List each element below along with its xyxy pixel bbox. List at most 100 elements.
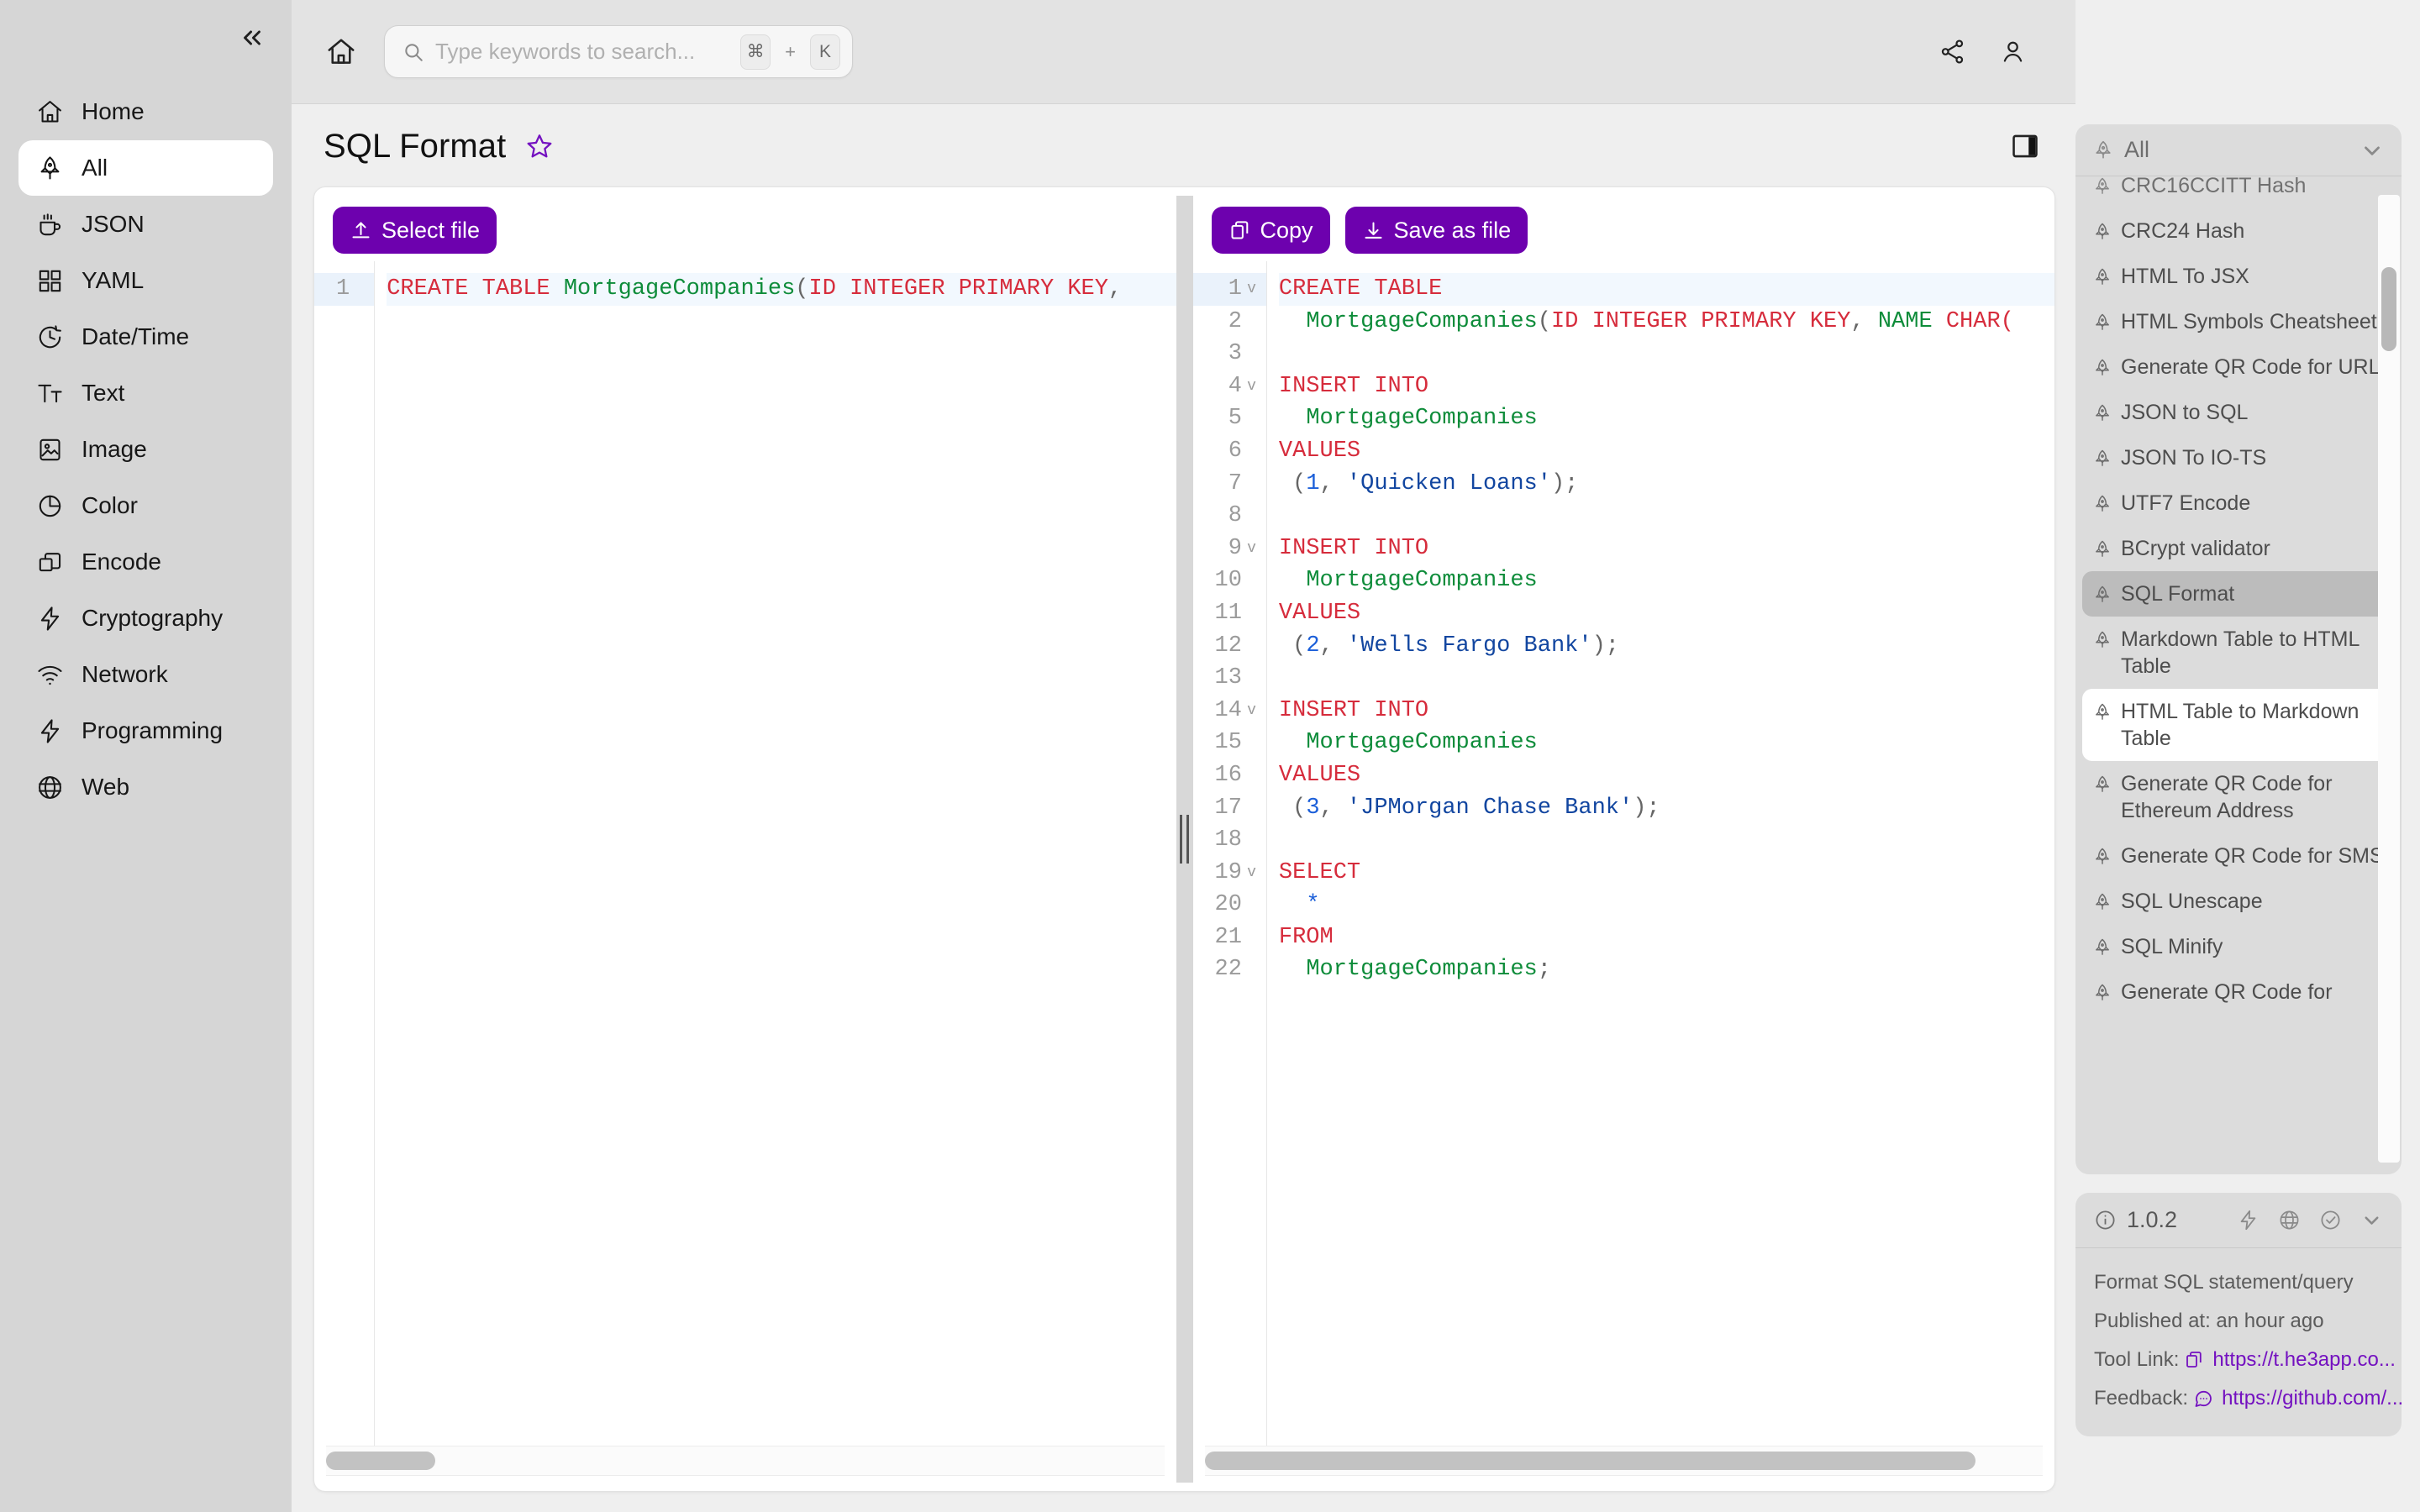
- line-number: 3v: [1228, 341, 1242, 367]
- image-icon: [35, 435, 64, 464]
- tool-list-item[interactable]: UTF7 Encode: [2082, 480, 2395, 526]
- search-box[interactable]: ⌘ + K: [384, 25, 853, 78]
- sidebar-item-web[interactable]: Web: [18, 759, 273, 815]
- tool-link-value[interactable]: https://t.he3app.co...: [2212, 1341, 2395, 1379]
- output-code[interactable]: CREATE TABLE MortgageCompanies(ID INTEGE…: [1267, 261, 2054, 1446]
- sidebar-item-color[interactable]: Color: [18, 478, 273, 533]
- tool-list-item-label: CRC24 Hash: [2121, 219, 2245, 243]
- sidebar-item-label: Date/Time: [82, 323, 190, 349]
- tool-list-item[interactable]: Generate QR Code for Ethereum Address: [2082, 761, 2395, 833]
- share-button[interactable]: [1929, 29, 1975, 75]
- line-number: 9v: [1228, 535, 1256, 561]
- copy-button[interactable]: Copy: [1211, 207, 1330, 254]
- top-bar: ⌘ + K: [292, 0, 2075, 104]
- sidebar-item-cryptography[interactable]: Cryptography: [18, 591, 273, 646]
- tools-filter-dropdown[interactable]: All: [2075, 124, 2402, 176]
- feedback-row: Feedback: https://github.com/...: [2094, 1379, 2403, 1418]
- globe-icon[interactable]: [2278, 1209, 2301, 1231]
- scrollbar-thumb[interactable]: [326, 1452, 435, 1470]
- rocket-icon: [2092, 176, 2112, 197]
- line-number: 2v: [1228, 308, 1242, 334]
- tool-list-item[interactable]: SQL Minify: [2082, 924, 2395, 969]
- sidebar-item-label: All: [82, 155, 108, 181]
- sidebar-collapse-button[interactable]: [233, 18, 271, 57]
- input-horizontal-scrollbar[interactable]: [326, 1446, 1165, 1476]
- tools-scrollbar[interactable]: [2378, 195, 2400, 1163]
- favorite-button[interactable]: [523, 129, 556, 163]
- star-outline-icon: [527, 134, 552, 158]
- rocket-icon: [2092, 494, 2112, 514]
- feedback-value[interactable]: https://github.com/...: [2222, 1379, 2403, 1418]
- tool-list-item[interactable]: SQL Format: [2082, 571, 2395, 617]
- sidebar-item-json[interactable]: JSON: [18, 197, 273, 252]
- tools-filter-label: All: [2124, 137, 2150, 162]
- sidebar-item-home[interactable]: Home: [18, 84, 273, 139]
- code-line: MortgageCompanies(ID INTEGER PRIMARY KEY…: [1306, 308, 2014, 334]
- scrollbar-thumb[interactable]: [1204, 1452, 1976, 1470]
- rocket-icon: [2092, 449, 2112, 469]
- comment-icon[interactable]: [2193, 1389, 2213, 1409]
- tool-list-item[interactable]: CRC16CCITT Hash: [2082, 176, 2395, 208]
- tools-list[interactable]: CRC16CCITT Hash CRC24 Hash HTML To JSX HTML…: [2075, 176, 2402, 1174]
- chevron-down-icon[interactable]: [2360, 1209, 2383, 1231]
- output-toolbar: Copy Save as file: [1193, 187, 2055, 261]
- tool-list-item[interactable]: HTML Table to Markdown Table: [2082, 689, 2395, 761]
- sidebar-item-image[interactable]: Image: [18, 422, 273, 477]
- right-panel-toggle-button[interactable]: [2007, 128, 2044, 165]
- account-button[interactable]: [1990, 29, 2035, 75]
- tool-list-item[interactable]: JSON To IO-TS: [2082, 435, 2395, 480]
- sidebar-item-date-time[interactable]: Date/Time: [18, 309, 273, 365]
- copy-icon[interactable]: [2184, 1350, 2204, 1370]
- select-file-button[interactable]: Select file: [333, 207, 497, 254]
- tool-list-item[interactable]: BCrypt validator: [2082, 526, 2395, 571]
- line-number: 21v: [1214, 924, 1242, 950]
- input-toolbar: Select file: [314, 187, 1176, 261]
- sidebar-item-encode[interactable]: Encode: [18, 534, 273, 590]
- sidebar-item-label: Image: [82, 436, 147, 462]
- tool-list-item[interactable]: Generate QR Code for: [2082, 969, 2395, 1015]
- save-as-file-button[interactable]: Save as file: [1344, 207, 1528, 254]
- code-line: VALUES: [1278, 762, 1361, 788]
- sidebar-item-text[interactable]: Text: [18, 365, 273, 421]
- tool-list-item[interactable]: SQL Unescape: [2082, 879, 2395, 924]
- rocket-icon: [2092, 222, 2112, 242]
- tool-list-item[interactable]: CRC24 Hash: [2082, 208, 2395, 254]
- tool-list-item-label: JSON to SQL: [2121, 401, 2249, 424]
- sidebar-item-network[interactable]: Network: [18, 647, 273, 702]
- tool-list-item-label: CRC16CCITT Hash: [2121, 176, 2307, 197]
- output-code-area[interactable]: 1v2v 3v 4v 5v 6v 7v 8v 9v 10v 11v 12v 13v 14v 15v 16v 1…: [1192, 261, 2054, 1446]
- tool-list-item-label: Generate QR Code for Ethereum Address: [2121, 772, 2333, 822]
- check-circle-icon[interactable]: [2319, 1209, 2342, 1231]
- input-code[interactable]: CREATE TABLE MortgageCompanies(ID INTEGE…: [375, 261, 1176, 1446]
- chevron-down-icon: [2360, 138, 2385, 163]
- tool-info-card: 1.0.2 Format SQL statement/query Publish…: [2075, 1193, 2403, 1436]
- tool-list-item[interactable]: JSON to SQL: [2082, 390, 2395, 435]
- rocket-icon: [2092, 892, 2112, 912]
- tool-list-item[interactable]: Markdown Table to HTML Table: [2082, 617, 2395, 689]
- code-line: VALUES: [1278, 600, 1361, 626]
- sidebar-item-all[interactable]: All: [18, 140, 273, 196]
- home-button[interactable]: [317, 28, 366, 76]
- search-input[interactable]: [435, 39, 731, 65]
- tool-list-item-label: UTF7 Encode: [2121, 491, 2251, 515]
- scrollbar-thumb[interactable]: [2381, 267, 2396, 351]
- tool-list-item[interactable]: HTML To JSX: [2082, 254, 2395, 299]
- input-pane: Select file 1v CREATE TABLE MortgageComp…: [314, 187, 1176, 1491]
- download-icon: [1365, 221, 1382, 239]
- sidebar-item-programming[interactable]: Programming: [18, 703, 273, 759]
- line-number: 16v: [1214, 762, 1242, 788]
- pane-splitter[interactable]: [1176, 196, 1193, 1483]
- page-header: SQL Format: [292, 104, 2075, 175]
- output-horizontal-scrollbar[interactable]: [1204, 1446, 2043, 1476]
- code-line: MortgageCompanies: [1306, 730, 1538, 756]
- sidebar-item-label: Encode: [82, 549, 161, 575]
- rocket-icon: [2092, 312, 2112, 333]
- bolt-icon[interactable]: [2237, 1209, 2260, 1231]
- tool-list-item[interactable]: HTML Symbols Cheatsheet: [2082, 299, 2395, 344]
- tool-list-item[interactable]: Generate QR Code for SMS: [2082, 833, 2395, 879]
- tool-list-item[interactable]: Generate QR Code for URL: [2082, 344, 2395, 390]
- input-code-area[interactable]: 1v CREATE TABLE MortgageCompanies(ID INT…: [314, 261, 1176, 1446]
- sidebar-item-label: YAML: [82, 267, 145, 293]
- sidebar-item-yaml[interactable]: YAML: [18, 253, 273, 308]
